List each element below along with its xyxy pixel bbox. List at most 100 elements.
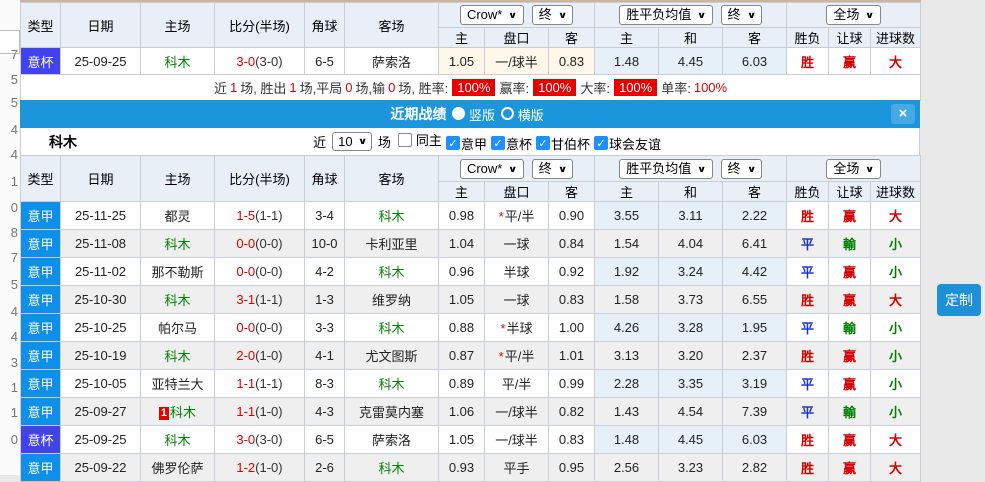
table-row: 意甲 25-11-02 那不勒斯 0-0(0-0) 4-2 科木 0.96 半球 0.92 1.9… xyxy=(20,257,922,286)
cell-avg-draw: 4.04 xyxy=(658,229,723,258)
popup-final-odds-dropdown-value: 终 xyxy=(538,160,552,176)
cell-home: 科木 xyxy=(140,341,215,370)
cell-score: 0-0(0-0) xyxy=(214,257,305,286)
chevron-down-icon: ∨ xyxy=(746,10,756,20)
cell-odds-home: 1.05 xyxy=(438,285,485,314)
popup-scope-dropdown[interactable]: 全场 ∨ xyxy=(826,158,881,179)
top-odds-source-dropdown[interactable]: Crow* ∨ xyxy=(459,5,524,25)
league-badge: 意杯 xyxy=(21,48,60,74)
cell-odds-away: 0.83 xyxy=(548,285,595,314)
radio-layout-0[interactable] xyxy=(452,106,466,120)
col-header: 角球 xyxy=(304,155,345,202)
cell-result: 平 xyxy=(786,229,830,258)
cell-date: 25-09-25 xyxy=(60,47,141,75)
cell-avg-draw: 4.54 xyxy=(658,397,723,426)
top-final-avg-dropdown-value: 终 xyxy=(727,7,741,22)
cell-corner: 4-1 xyxy=(304,341,345,370)
cell-odds-home: 1.05 xyxy=(438,47,485,75)
full-score: 2-0 xyxy=(236,348,256,363)
cell-result: 胜 xyxy=(786,341,830,370)
away-team: 尤文图斯 xyxy=(365,349,418,364)
col-subheader: 客 xyxy=(548,27,595,48)
cell-avg-away: 3.19 xyxy=(721,369,788,398)
cell-result: 胜 xyxy=(786,285,830,314)
cell-date: 25-11-25 xyxy=(60,201,141,230)
cell-corner: 4-2 xyxy=(304,257,345,286)
col-subheader: 让球 xyxy=(828,27,872,48)
cell-corner: 4-3 xyxy=(304,397,345,426)
cell-away: 卡利亚里 xyxy=(344,229,439,258)
cell-result: 胜 xyxy=(786,47,830,75)
cell-handicap: 一/球半 xyxy=(484,425,549,454)
cell-date: 25-10-25 xyxy=(60,313,141,342)
filter-checkbox-1[interactable]: ✓ 意甲 xyxy=(445,134,487,153)
col-subheader: 盘口 xyxy=(484,27,549,48)
cell-league: 意甲 xyxy=(20,369,61,398)
col-header: 客场 xyxy=(344,2,439,48)
filter-checkbox-2[interactable]: ✓ 意杯 xyxy=(490,134,532,153)
strip-digit: 7 xyxy=(10,47,18,62)
popup-odds-source-dropdown[interactable]: Crow* ∨ xyxy=(459,158,524,179)
cell-league: 意甲 xyxy=(20,285,61,314)
cell-avg-away: 6.41 xyxy=(721,229,788,258)
col-header: 类型 xyxy=(20,155,61,202)
away-team: 维罗纳 xyxy=(371,293,411,308)
filter-label: 甘伯杯 xyxy=(550,136,590,152)
checkbox-checked-icon: ✓ xyxy=(445,136,460,151)
strip-digit: 4 xyxy=(10,329,18,344)
cell-away: 科木 xyxy=(344,369,439,398)
half-score: (1-0) xyxy=(255,404,283,419)
filter-row: 科木 近 10 ∨ 场 同主 ✓ 意甲 ✓ 意杯 ✓ 甘伯杯 ✓ 球会友谊 xyxy=(20,128,920,155)
home-team: 科木 xyxy=(164,433,191,448)
cell-home: 科木 xyxy=(140,425,215,454)
cell-handicap: 一/球半 xyxy=(484,47,549,75)
radio-label-1[interactable]: 横版 xyxy=(518,108,544,123)
cell-avg-home: 1.92 xyxy=(594,257,659,286)
cell-avg-draw: 3.73 xyxy=(658,285,723,314)
top-final-avg-dropdown[interactable]: 终 ∨ xyxy=(720,5,762,25)
cell-date: 25-10-19 xyxy=(60,341,141,370)
radio-label-0[interactable]: 竖版 xyxy=(469,108,495,123)
strip-digit: 1 xyxy=(10,174,18,189)
top-scope-dropdown[interactable]: 全场 ∨ xyxy=(826,5,881,25)
cell-avg-away: 2.82 xyxy=(721,453,788,482)
cell-result: 胜 xyxy=(786,201,830,230)
filter-checkbox-0[interactable]: 同主 xyxy=(397,130,442,149)
filter-checkbox-3[interactable]: ✓ 甘伯杯 xyxy=(535,134,590,153)
customize-button[interactable]: 定制 xyxy=(937,284,981,316)
cell-score: 1-1(1-0) xyxy=(214,397,305,426)
cell-avg-away: 7.39 xyxy=(721,397,788,426)
popup-final-odds-dropdown[interactable]: 终 ∨ xyxy=(531,158,574,179)
filters: 近 10 ∨ 场 同主 ✓ 意甲 ✓ 意杯 ✓ 甘伯杯 ✓ 球会友谊 xyxy=(313,130,661,153)
strip-digit: 1 xyxy=(10,380,18,395)
cell-odds-home: 1.04 xyxy=(438,229,485,258)
home-team: 都灵 xyxy=(164,209,191,224)
col-header: 日期 xyxy=(60,2,141,48)
top-final-odds-dropdown[interactable]: 终 ∨ xyxy=(531,5,574,25)
col-header: 比分(半场) xyxy=(214,2,305,48)
away-team: 卡利亚里 xyxy=(365,237,418,252)
cell-result: 胜 xyxy=(786,453,830,482)
away-team: 萨索洛 xyxy=(371,433,411,448)
cell-odds-away: 0.90 xyxy=(548,201,595,230)
cell-goals: 小 xyxy=(870,341,922,370)
radio-layout-1[interactable] xyxy=(501,106,514,120)
top-area: 类型 日期 主场 比分(半场) 角球 客场 Crow* ∨ 终 ∨ 胜平负均值 ∨ 终 ∨ 全场 ∨ 主盘口客主… xyxy=(19,0,922,101)
cell-avg-away: 6.03 xyxy=(721,47,788,75)
cell-spread: 赢 xyxy=(828,341,872,370)
cell-score: 3-0(3-0) xyxy=(214,425,305,454)
cell-corner: 10-0 xyxy=(304,229,345,258)
popup-avg-dropdown[interactable]: 胜平负均值 ∨ xyxy=(619,158,713,179)
popup-final-avg-dropdown[interactable]: 终 ∨ xyxy=(720,158,762,179)
recent-results-popup: 近期战绩 竖版 横版 × 科木 近 10 ∨ 场 同主 ✓ 意甲 ✓ 意杯 ✓ 甘伯杯 ✓ 球会… xyxy=(20,100,922,482)
rate-badge: 100% xyxy=(452,79,496,96)
filter-label: 意杯 xyxy=(505,136,532,152)
recent-count-select[interactable]: 10 ∨ xyxy=(332,132,372,151)
close-button[interactable]: × xyxy=(891,104,915,124)
filter-checkbox-4[interactable]: ✓ 球会友谊 xyxy=(593,134,661,153)
top-avg-dropdown[interactable]: 胜平负均值 ∨ xyxy=(619,5,713,25)
cell-handicap: 平/半 xyxy=(484,369,549,398)
cell-odds-home: 1.05 xyxy=(438,425,485,454)
cell-avg-away: 4.42 xyxy=(721,257,788,286)
chevron-down-icon: ∨ xyxy=(508,10,518,20)
